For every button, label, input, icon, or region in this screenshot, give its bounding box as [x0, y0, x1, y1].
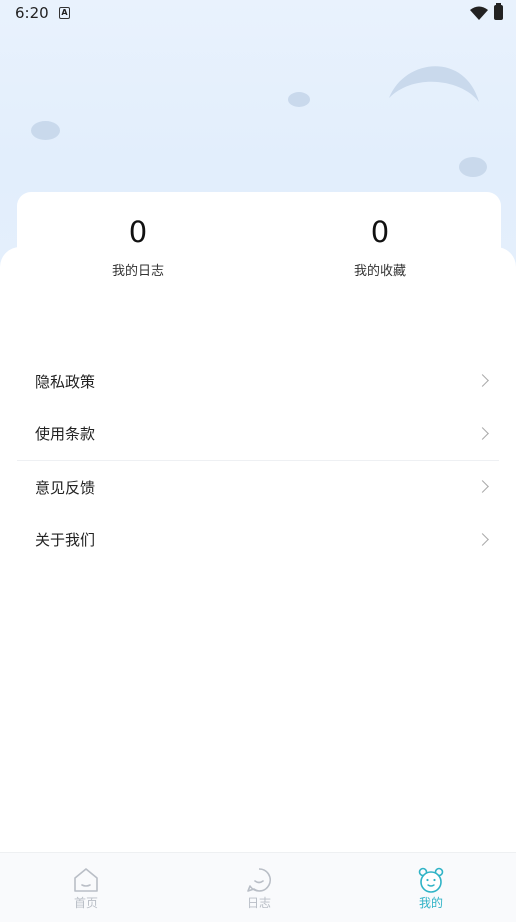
- menu-item-terms-of-use[interactable]: 使用条款: [17, 408, 499, 461]
- wifi-icon: [470, 6, 488, 20]
- menu-item-label: 使用条款: [35, 425, 96, 444]
- bear-icon: [418, 867, 444, 893]
- cloud-decoration: [31, 121, 60, 140]
- bottom-tab-bar: 首页 日志 我的: [0, 852, 516, 922]
- stat-label: 我的日志: [111, 264, 164, 279]
- status-time: 6:20: [15, 4, 49, 22]
- status-bar: 6:20 A: [0, 0, 516, 28]
- stat-label: 我的收藏: [353, 264, 406, 279]
- stat-my-logs[interactable]: 0 我的日志: [38, 214, 238, 279]
- chevron-right-icon: [476, 426, 489, 440]
- cloud-decoration: [459, 157, 487, 177]
- tab-logs[interactable]: 日志: [219, 867, 299, 911]
- chevron-right-icon: [476, 480, 489, 494]
- menu-item-feedback[interactable]: 意见反馈: [17, 461, 499, 514]
- menu-item-about-us[interactable]: 关于我们: [17, 514, 499, 567]
- home-icon: [74, 868, 98, 892]
- stat-value: 0: [128, 215, 148, 249]
- chevron-right-icon: [476, 374, 489, 388]
- menu-item-privacy-policy[interactable]: 隐私政策: [17, 355, 499, 408]
- smile-icon: [247, 868, 271, 892]
- tab-home[interactable]: 首页: [46, 867, 126, 911]
- notification-a-icon: A: [59, 7, 70, 19]
- stat-value: 0: [370, 215, 390, 249]
- menu-item-label: 关于我们: [35, 531, 96, 550]
- tab-label: 首页: [73, 896, 98, 910]
- cloud-decoration: [288, 92, 310, 107]
- menu-item-label: 隐私政策: [35, 372, 96, 391]
- settings-menu: 隐私政策 使用条款 意见反馈 关于我们: [17, 355, 499, 566]
- tab-label: 我的: [418, 896, 443, 910]
- chevron-right-icon: [476, 532, 489, 546]
- stats-card: 0 我的日志 0 我的收藏: [17, 192, 501, 302]
- menu-item-label: 意见反馈: [35, 478, 96, 497]
- tab-label: 日志: [246, 896, 271, 910]
- moon-decoration: [389, 66, 479, 102]
- battery-icon: [494, 3, 503, 20]
- tab-mine[interactable]: 我的: [391, 867, 471, 911]
- stat-my-favorites[interactable]: 0 我的收藏: [280, 214, 480, 279]
